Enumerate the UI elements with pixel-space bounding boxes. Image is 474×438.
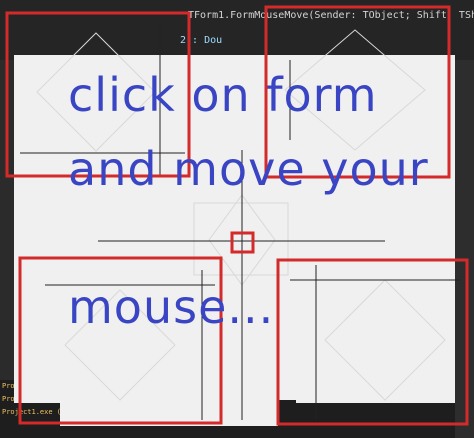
hint-text-line: click on form [68,68,378,122]
hint-text-line: and move your [68,142,429,196]
hint-text-line: mouse... [68,280,275,334]
form-drawing [5,5,469,426]
highlight-rect-bottom-right [276,258,469,426]
diamond-shape [324,279,446,401]
screen: TForm1.FormMouseMove(Sender: TObject; Sh… [0,0,474,438]
